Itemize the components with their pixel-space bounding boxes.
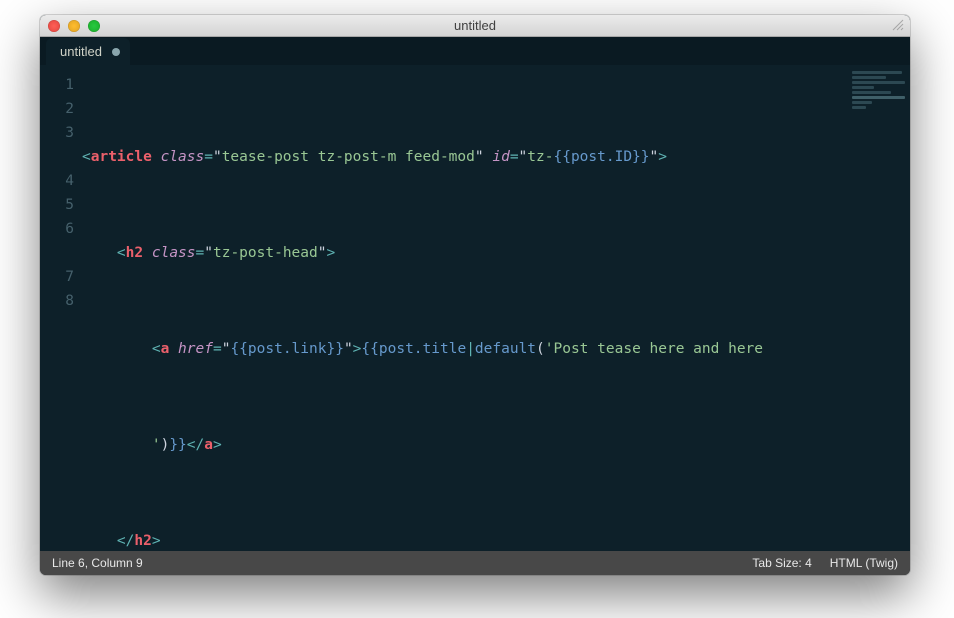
line-number: 5 — [40, 193, 74, 217]
dirty-indicator-icon — [112, 48, 120, 56]
line-number: 2 — [40, 97, 74, 121]
line-number: 4 — [40, 169, 74, 193]
line-number: 6 — [40, 217, 74, 241]
tab-label: untitled — [60, 44, 102, 59]
code-line: ')}}</a> — [82, 433, 906, 457]
minimize-icon[interactable] — [68, 20, 80, 32]
code-content[interactable]: <article class="tease-post tz-post-m fee… — [82, 65, 910, 551]
syntax-mode[interactable]: HTML (Twig) — [830, 556, 898, 570]
editor-area[interactable]: 1 2 3 4 5 6 7 8 <article class="tease-po… — [40, 65, 910, 551]
line-number — [40, 145, 74, 169]
editor-window: untitled untitled 1 2 3 4 5 6 7 8 <artic… — [40, 15, 910, 575]
code-line: </h2> — [82, 529, 906, 551]
status-bar: Line 6, Column 9 Tab Size: 4 HTML (Twig) — [40, 551, 910, 575]
window-title: untitled — [40, 18, 910, 33]
line-number — [40, 241, 74, 265]
zoom-icon[interactable] — [88, 20, 100, 32]
titlebar[interactable]: untitled — [40, 15, 910, 37]
tab-strip: untitled — [40, 37, 910, 65]
line-gutter: 1 2 3 4 5 6 7 8 — [40, 65, 82, 551]
close-icon[interactable] — [48, 20, 60, 32]
line-number: 8 — [40, 289, 74, 313]
code-line: <h2 class="tz-post-head"> — [82, 241, 906, 265]
resize-icon[interactable] — [892, 19, 904, 31]
traffic-lights — [40, 20, 100, 32]
tab-size[interactable]: Tab Size: 4 — [752, 556, 811, 570]
cursor-position[interactable]: Line 6, Column 9 — [52, 556, 143, 570]
code-line: <article class="tease-post tz-post-m fee… — [82, 145, 906, 169]
line-number: 7 — [40, 265, 74, 289]
line-number: 1 — [40, 73, 74, 97]
line-number: 3 — [40, 121, 74, 145]
code-line: <a href="{{post.link}}">{{post.title|def… — [82, 337, 906, 361]
minimap[interactable] — [852, 69, 908, 117]
tab-untitled[interactable]: untitled — [46, 38, 130, 65]
